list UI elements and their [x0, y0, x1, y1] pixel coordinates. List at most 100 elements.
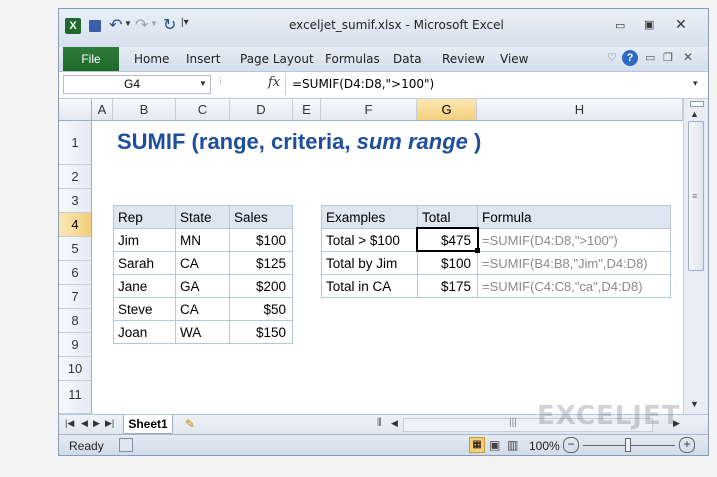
fill-handle[interactable]	[475, 248, 480, 253]
data-cell[interactable]: $50	[229, 297, 293, 321]
row-header-4[interactable]: 4	[59, 213, 92, 237]
column-header-a[interactable]: A	[92, 99, 113, 121]
expand-formula-bar-icon[interactable]: ▾	[693, 78, 698, 89]
normal-view-icon[interactable]: ▦	[469, 437, 485, 453]
name-box[interactable]: G4	[63, 75, 211, 94]
examples-formula-cell[interactable]: =SUMIF(D4:D8,">100")	[477, 228, 671, 252]
examples-formula-cell[interactable]: =SUMIF(C4:C8,"ca",D4:D8)	[477, 274, 671, 298]
column-header-e[interactable]: E	[293, 99, 321, 121]
restore-icon[interactable]: ▣	[644, 18, 654, 31]
tab-formulas[interactable]: Formulas	[325, 47, 380, 71]
undo-icon[interactable]: ↶	[109, 15, 122, 35]
row-header-7[interactable]: 7	[59, 285, 92, 309]
row-header-9[interactable]: 9	[59, 333, 92, 357]
data-cell[interactable]: $100	[229, 228, 293, 252]
data-header-rep[interactable]: Rep	[113, 205, 176, 229]
tab-file[interactable]: File	[63, 47, 119, 71]
vertical-scrollbar[interactable]: ▲ ≡ ▼	[683, 99, 708, 414]
workbook-close-icon[interactable]: ✕	[683, 50, 693, 64]
data-header-state[interactable]: State	[175, 205, 230, 229]
examples-header-examples[interactable]: Examples	[321, 205, 418, 229]
data-cell[interactable]: WA	[175, 320, 230, 344]
customize-toolbar-icon[interactable]: |▾	[181, 17, 189, 28]
zoom-level[interactable]: 100%	[529, 439, 560, 453]
data-cell[interactable]: CA	[175, 251, 230, 275]
scroll-down-icon[interactable]: ▼	[690, 399, 699, 409]
zoom-out-icon[interactable]: −	[563, 437, 579, 453]
tab-data[interactable]: Data	[393, 47, 422, 71]
row-header-11[interactable]: 11	[59, 381, 92, 414]
close-icon[interactable]: ✕	[675, 16, 687, 33]
name-box-dropdown-icon[interactable]: ▼	[199, 79, 207, 88]
data-cell[interactable]: Sarah	[113, 251, 176, 275]
workbook-restore-icon[interactable]: ❐	[663, 51, 673, 64]
row-header-2[interactable]: 2	[59, 165, 92, 189]
data-cell[interactable]: MN	[175, 228, 230, 252]
tab-home[interactable]: Home	[134, 47, 169, 71]
data-cell[interactable]: Jim	[113, 228, 176, 252]
column-header-b[interactable]: B	[113, 99, 176, 121]
column-header-f[interactable]: F	[321, 99, 417, 121]
data-cell[interactable]: Joan	[113, 320, 176, 344]
page-break-view-icon[interactable]: ▥	[507, 438, 518, 452]
examples-cell[interactable]: Total > $100	[321, 228, 418, 252]
horizontal-split-icon[interactable]: ⫴	[377, 417, 382, 430]
help-icon[interactable]: ?	[622, 50, 638, 66]
column-header-g[interactable]: G	[417, 99, 477, 121]
row-header-1[interactable]: 1	[59, 121, 92, 165]
minimize-ribbon-icon[interactable]: ♡	[607, 51, 617, 64]
insert-sheet-icon[interactable]: ✎	[185, 417, 195, 431]
insert-function-icon[interactable]: fx	[268, 75, 280, 90]
examples-cell[interactable]: Total by Jim	[321, 251, 418, 275]
first-sheet-icon[interactable]: |◀	[65, 418, 74, 429]
zoom-slider-thumb[interactable]	[625, 438, 631, 452]
prev-sheet-icon[interactable]: ◀	[81, 418, 88, 429]
data-cell[interactable]: Steve	[113, 297, 176, 321]
row-header-8[interactable]: 8	[59, 309, 92, 333]
examples-formula-cell[interactable]: =SUMIF(B4:B8,"Jim",D4:D8)	[477, 251, 671, 275]
data-header-sales[interactable]: Sales	[229, 205, 293, 229]
data-cell[interactable]: CA	[175, 297, 230, 321]
redo-icon[interactable]: ↷	[135, 15, 148, 35]
data-cell[interactable]: GA	[175, 274, 230, 298]
undo-dropdown-icon[interactable]: ▼	[124, 19, 132, 28]
last-sheet-icon[interactable]: ▶|	[105, 418, 114, 429]
data-cell[interactable]: $150	[229, 320, 293, 344]
watermark-logo: EXCELJET	[537, 401, 681, 431]
examples-header-formula[interactable]: Formula	[477, 205, 671, 229]
select-all-corner[interactable]	[59, 99, 92, 121]
next-sheet-icon[interactable]: ▶	[93, 418, 100, 429]
tab-sheet1[interactable]: Sheet1	[123, 415, 173, 434]
zoom-in-icon[interactable]: +	[679, 437, 695, 453]
scroll-left-icon[interactable]: ◀	[391, 418, 398, 429]
column-header-c[interactable]: C	[176, 99, 230, 121]
row-header-5[interactable]: 5	[59, 237, 92, 261]
workbook-minimize-icon[interactable]: ▭	[645, 51, 655, 64]
column-header-d[interactable]: D	[230, 99, 293, 121]
tab-review[interactable]: Review	[442, 47, 485, 71]
scroll-up-icon[interactable]: ▲	[690, 109, 699, 119]
examples-total-cell[interactable]: $100	[417, 251, 478, 275]
data-cell[interactable]: $125	[229, 251, 293, 275]
tab-view[interactable]: View	[500, 47, 528, 71]
macro-record-icon[interactable]	[119, 438, 133, 452]
data-cell[interactable]: $200	[229, 274, 293, 298]
refresh-icon[interactable]: ↻	[163, 15, 176, 35]
tab-page-layout[interactable]: Page Layout	[240, 47, 314, 71]
scroll-right-icon[interactable]: ▶	[673, 418, 680, 429]
split-box-icon[interactable]	[690, 101, 704, 107]
data-cell[interactable]: Jane	[113, 274, 176, 298]
formula-input[interactable]: =SUMIF(D4:D8,">100")	[285, 74, 708, 95]
examples-total-cell[interactable]: $175	[417, 274, 478, 298]
examples-header-total[interactable]: Total	[417, 205, 478, 229]
row-header-10[interactable]: 10	[59, 357, 92, 381]
save-icon[interactable]	[89, 20, 101, 32]
minimize-icon[interactable]: ▭	[615, 19, 625, 32]
redo-dropdown-icon[interactable]: ▼	[150, 19, 158, 28]
row-header-3[interactable]: 3	[59, 189, 92, 213]
row-header-6[interactable]: 6	[59, 261, 92, 285]
page-layout-view-icon[interactable]: ▣	[489, 438, 500, 452]
column-header-h[interactable]: H	[477, 99, 683, 121]
tab-insert[interactable]: Insert	[186, 47, 220, 71]
examples-cell[interactable]: Total in CA	[321, 274, 418, 298]
